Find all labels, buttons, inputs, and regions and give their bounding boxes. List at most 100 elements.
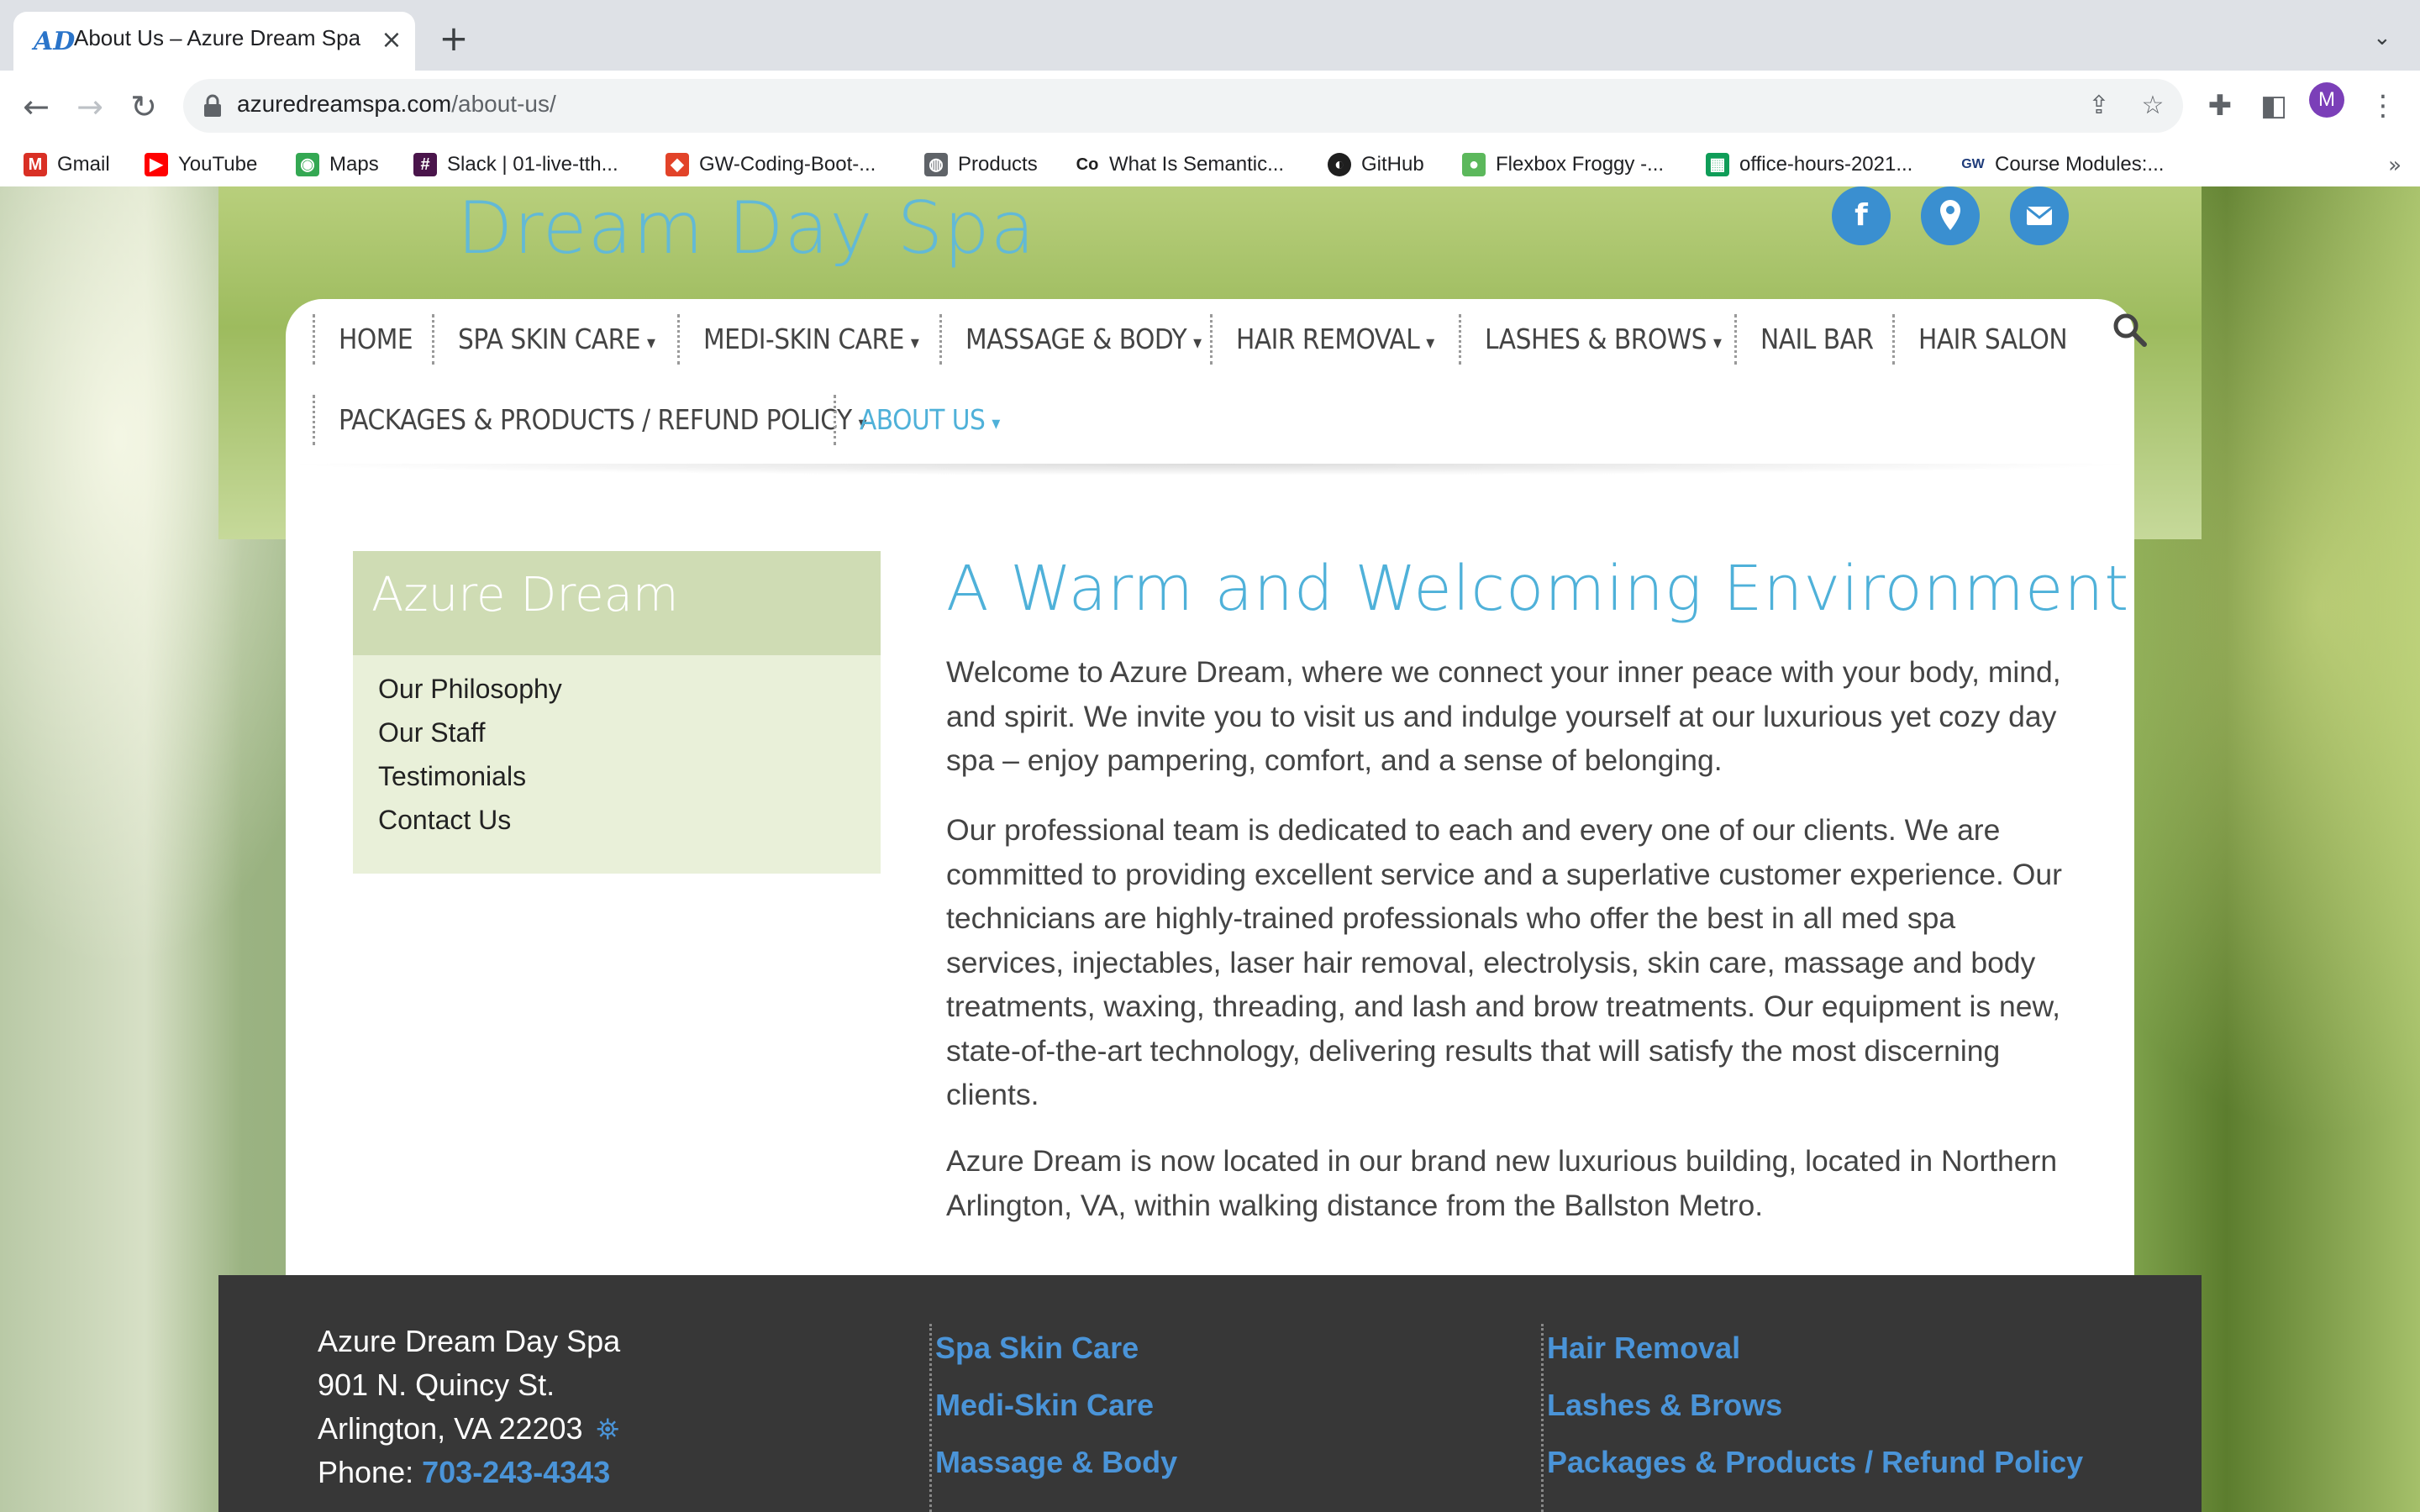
- extensions-puzzle-icon[interactable]: ✚: [2202, 87, 2238, 124]
- lock-icon: [204, 94, 221, 117]
- bookmark-label: What Is Semantic...: [1109, 153, 1285, 176]
- bookmark-office-hours[interactable]: ▦ office-hours-2021...: [1706, 150, 1912, 180]
- location-paragraph: Azure Dream is now located in our brand …: [946, 1144, 2058, 1222]
- nav-home[interactable]: HOME: [313, 314, 413, 365]
- browser-toolbar: ← → ↻ azuredreamspa.com/about-us/ ⇪ ☆ ✚ …: [0, 71, 2420, 143]
- site-footer: Azure Dream Day Spa 901 N. Quincy St. Ar…: [218, 1275, 2202, 1512]
- footer-city: Arlington, VA 22203 ⛯: [318, 1411, 619, 1446]
- nav-massage-body[interactable]: MASSAGE & BODY ▾: [939, 314, 1202, 365]
- maps-icon: ◉: [296, 153, 319, 176]
- url-domain: azuredreamspa.com: [237, 91, 452, 117]
- footer-link-medi-skin-care[interactable]: Medi-Skin Care: [935, 1388, 1154, 1423]
- footer-phone-line: Phone: 703-243-4343: [318, 1455, 610, 1490]
- footer-link-lashes-brows[interactable]: Lashes & Brows: [1547, 1388, 1782, 1423]
- footer-links-col-1: Spa Skin Care Medi-Skin Care Massage & B…: [929, 1324, 1177, 1512]
- nav-hair-salon[interactable]: HAIR SALON: [1892, 314, 2068, 365]
- bookmark-label: GW-Coding-Boot-...: [699, 153, 876, 176]
- nav-hair-removal[interactable]: HAIR REMOVAL ▾: [1210, 314, 1434, 365]
- chevron-down-icon: ▾: [1193, 333, 1202, 354]
- footer-link-spa-skin-care[interactable]: Spa Skin Care: [935, 1331, 1139, 1366]
- sidebar-header: Azure Dream: [353, 551, 881, 655]
- address-bar[interactable]: azuredreamspa.com/about-us/ ⇪ ☆: [183, 79, 2183, 133]
- envelope-icon[interactable]: [2010, 186, 2069, 245]
- bookmark-youtube[interactable]: ▶ YouTube: [145, 150, 257, 180]
- footer-link-hair-removal[interactable]: Hair Removal: [1547, 1331, 1740, 1366]
- close-tab-icon[interactable]: ×: [376, 25, 407, 55]
- bookmark-label: office-hours-2021...: [1739, 153, 1913, 176]
- footer-street: 901 N. Quincy St.: [318, 1368, 555, 1402]
- nav-label: MEDI-SKIN CARE: [703, 323, 904, 355]
- share-icon[interactable]: ⇪: [2084, 91, 2114, 121]
- intro-paragraph: Welcome to Azure Dream, where we connect…: [946, 655, 2061, 777]
- youtube-icon: ▶: [145, 153, 168, 176]
- bookmark-semantic[interactable]: Co What Is Semantic...: [1076, 150, 1284, 180]
- nav-spa-skin-care[interactable]: SPA SKIN CARE ▾: [432, 314, 655, 365]
- bookmark-star-icon[interactable]: ☆: [2138, 91, 2168, 121]
- profile-avatar[interactable]: M: [2309, 82, 2344, 118]
- chevron-down-icon: ▾: [1426, 333, 1434, 354]
- bookmark-products[interactable]: ◍ Products: [924, 150, 1038, 180]
- nav-label: HAIR SALON: [1918, 323, 2068, 355]
- sidebar-link-our-philosophy[interactable]: Our Philosophy: [378, 674, 562, 705]
- tab-title: About Us – Azure Dream Spa: [74, 25, 361, 50]
- footer-link-packages-products[interactable]: Packages & Products / Refund Policy: [1547, 1445, 2083, 1480]
- team-paragraph: Our professional team is dedicated to ea…: [946, 813, 2062, 1111]
- tab-strip: AD About Us – Azure Dream Spa × + ⌄: [0, 0, 2420, 71]
- sheets-icon: ▦: [1706, 153, 1729, 176]
- sidebar-link-contact-us[interactable]: Contact Us: [378, 805, 511, 836]
- more-bookmarks-icon[interactable]: »: [2388, 153, 2402, 178]
- sidebar-link-testimonials[interactable]: Testimonials: [378, 761, 526, 792]
- browser-menu-icon[interactable]: ⋮: [2365, 87, 2402, 124]
- bookmark-course-modules[interactable]: GW Course Modules:...: [1961, 150, 2164, 180]
- bookmarks-bar: M Gmail ▶ YouTube ◉ Maps # Slack | 01-live-t…: [0, 143, 2420, 187]
- bookmark-gmail[interactable]: M Gmail: [24, 150, 110, 180]
- github-icon: ◐: [1328, 153, 1351, 176]
- slack-icon: #: [413, 153, 437, 176]
- main-navigation: HOME SPA SKIN CARE ▾ MEDI-SKIN CARE ▾ MASS…: [313, 299, 2147, 464]
- bookmark-github[interactable]: ◐ GitHub: [1328, 150, 1424, 180]
- url-path: /about-us/: [451, 91, 556, 117]
- nav-label: HAIR REMOVAL: [1236, 323, 1420, 355]
- chevron-down-icon: ▾: [1712, 333, 1722, 354]
- site-favicon-icon: AD: [34, 27, 76, 56]
- gmail-icon: M: [24, 153, 47, 176]
- forward-arrow-icon[interactable]: →: [71, 87, 109, 126]
- nav-packages-products[interactable]: PACKAGES & PRODUCTS / REFUND POLICY ▾: [313, 395, 867, 445]
- active-tab[interactable]: AD About Us – Azure Dream Spa ×: [13, 12, 415, 71]
- nav-medi-skin-care[interactable]: MEDI-SKIN CARE ▾: [677, 314, 919, 365]
- map-directions-icon[interactable]: ⛯: [597, 1414, 619, 1446]
- footer-links-col-2: Hair Removal Lashes & Brows Packages & P…: [1541, 1324, 2083, 1512]
- reload-icon[interactable]: ↻: [124, 87, 163, 126]
- sidebar-submenu: Azure Dream Our Philosophy Our Staff Tes…: [353, 551, 881, 874]
- facebook-icon[interactable]: f: [1832, 186, 1891, 245]
- bookmark-label: GitHub: [1361, 153, 1424, 176]
- nav-lashes-brows[interactable]: LASHES & BROWS ▾: [1459, 314, 1722, 365]
- bookmark-slack[interactable]: # Slack | 01-live-tth...: [413, 150, 618, 180]
- footer-city-text: Arlington, VA 22203: [318, 1411, 583, 1446]
- page-viewport: Dream Day Spa f HOME SPA SKIN CARE ▾ MEDI…: [0, 186, 2420, 1512]
- nav-label: NAIL BAR: [1760, 323, 1874, 355]
- bookmark-flexbox-froggy[interactable]: ● Flexbox Froggy -...: [1462, 150, 1664, 180]
- site-logo[interactable]: Dream Day Spa: [457, 186, 1035, 270]
- phone-link[interactable]: 703-243-4343: [422, 1455, 610, 1489]
- page-heading: A Warm and Welcoming Environment: [946, 553, 2130, 625]
- footer-link-massage-body[interactable]: Massage & Body: [935, 1445, 1177, 1480]
- map-pin-icon[interactable]: [1921, 186, 1980, 245]
- chevron-down-icon: ▾: [647, 333, 655, 354]
- tab-search-chevron-icon[interactable]: ⌄: [2373, 25, 2403, 55]
- bookmark-label: Products: [958, 153, 1038, 176]
- bookmark-label: Slack | 01-live-tth...: [447, 153, 618, 176]
- nav-about-us[interactable]: ABOUT US ▾: [834, 395, 1000, 445]
- side-panel-icon[interactable]: ◧: [2255, 87, 2292, 124]
- new-tab-icon[interactable]: +: [437, 21, 471, 56]
- bookmark-gitlab[interactable]: ◆ GW-Coding-Boot-...: [666, 150, 876, 180]
- nav-label: SPA SKIN CARE: [458, 323, 641, 355]
- back-arrow-icon[interactable]: ←: [17, 87, 55, 126]
- gw-icon: GW: [1961, 153, 1985, 176]
- phone-label: Phone:: [318, 1455, 414, 1489]
- nav-nail-bar[interactable]: NAIL BAR: [1734, 314, 1874, 365]
- bookmark-maps[interactable]: ◉ Maps: [296, 150, 379, 180]
- sidebar-link-our-staff[interactable]: Our Staff: [378, 717, 485, 748]
- search-icon[interactable]: [2111, 311, 2148, 348]
- gitlab-icon: ◆: [666, 153, 689, 176]
